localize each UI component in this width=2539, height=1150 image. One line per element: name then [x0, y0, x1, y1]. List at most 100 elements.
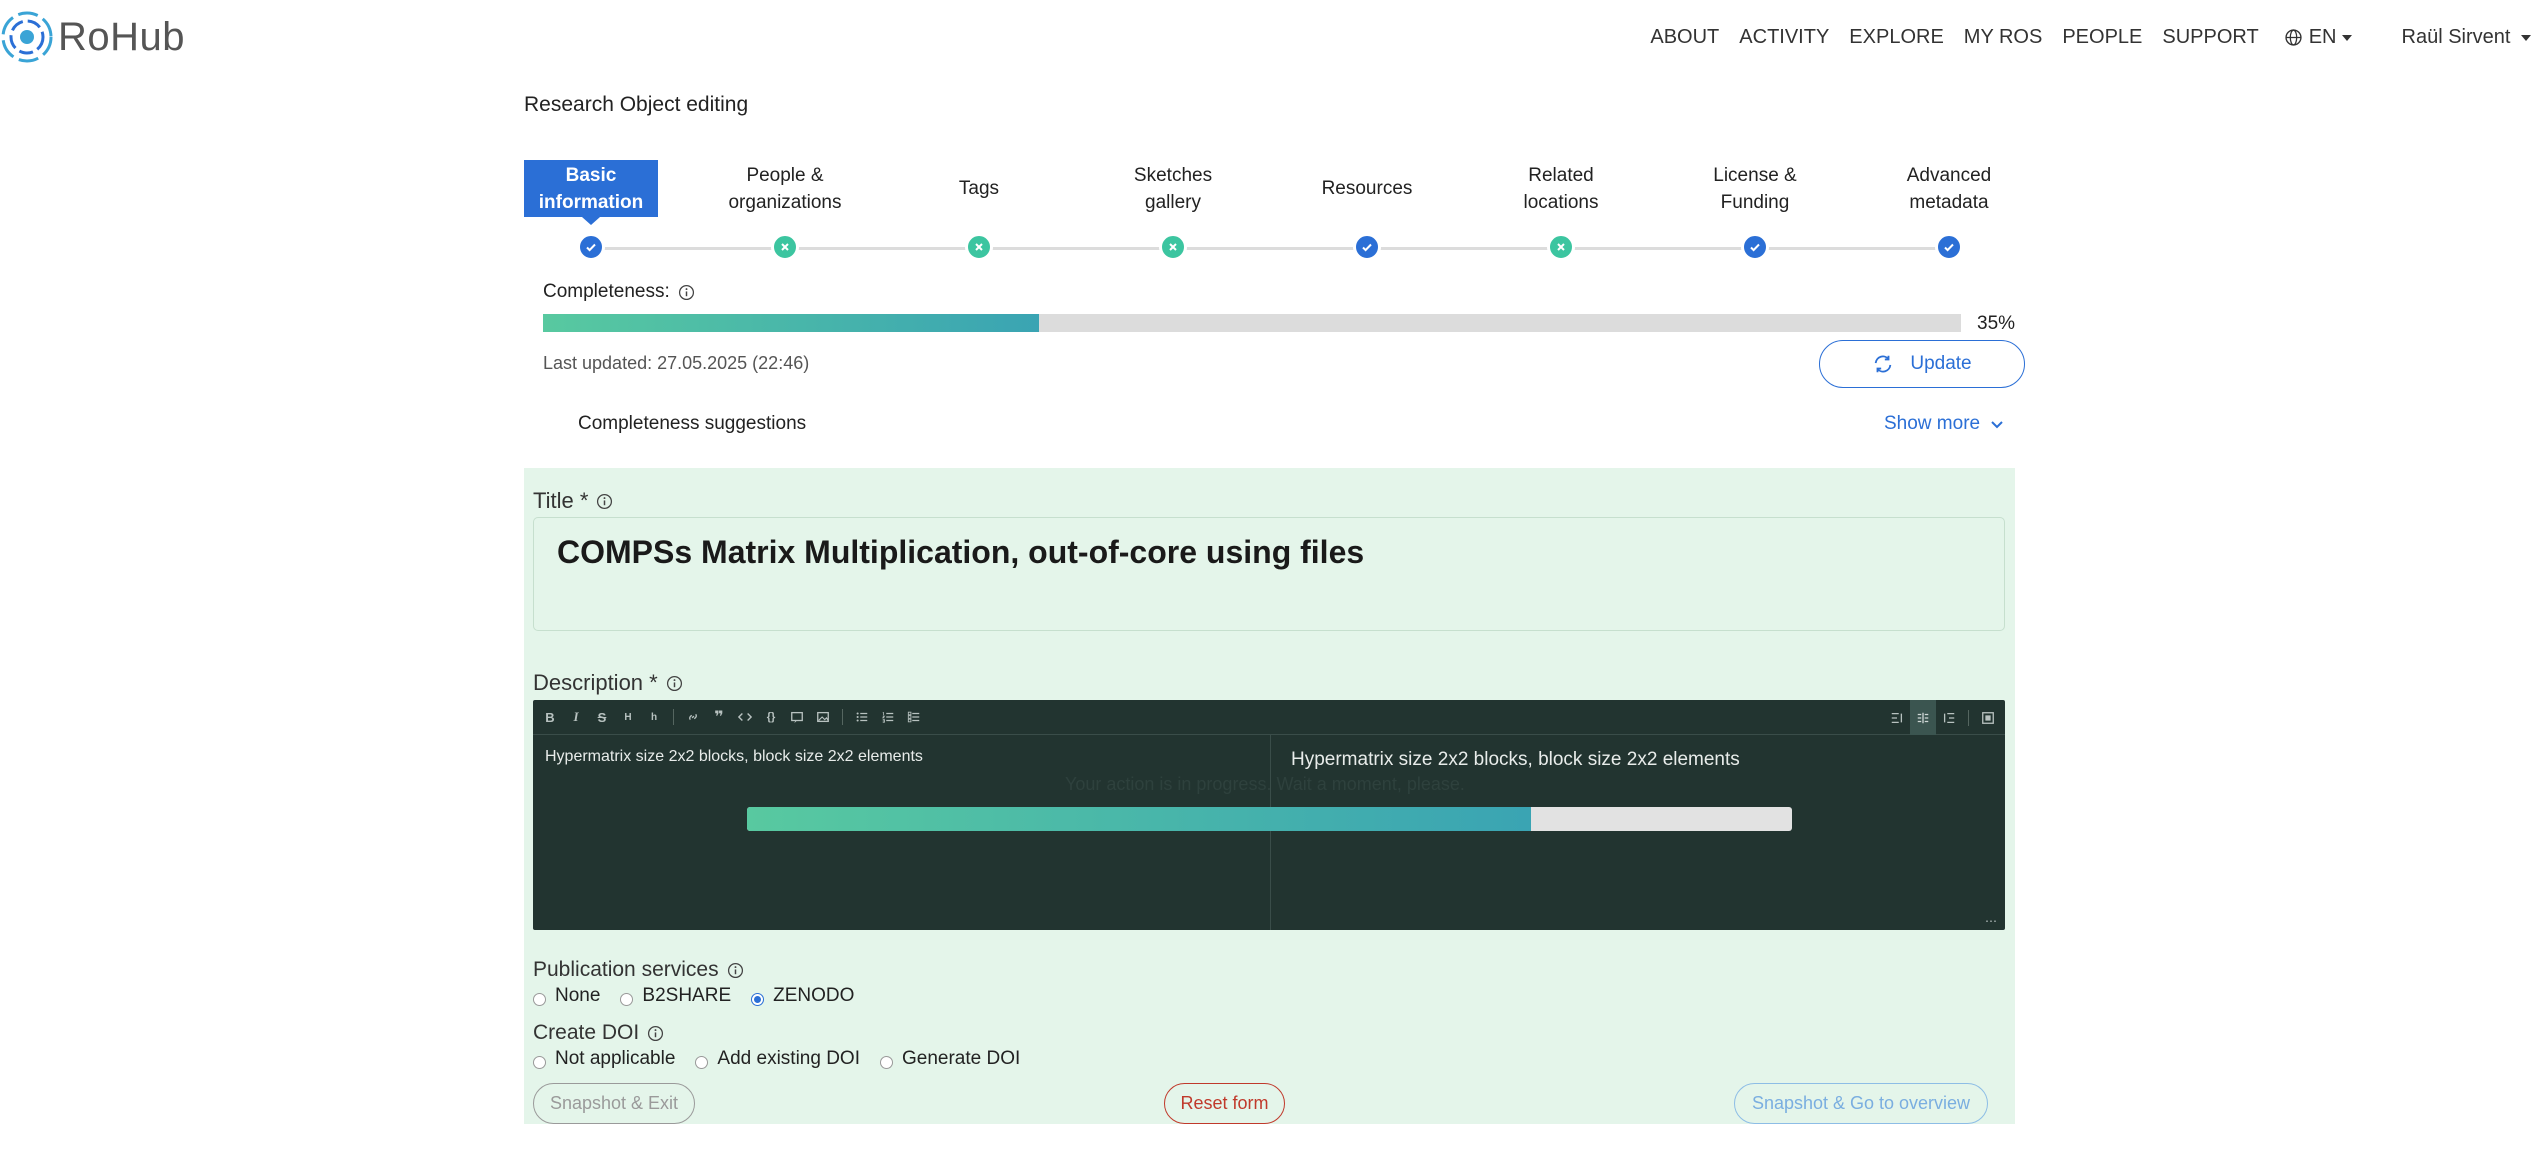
code-icon[interactable]	[732, 700, 758, 735]
bold-icon[interactable]: B	[537, 700, 563, 735]
cross-icon	[965, 233, 993, 261]
info-icon[interactable]	[647, 1025, 664, 1042]
radio-circle[interactable]	[695, 1055, 709, 1069]
publication-services-text: Publication services	[533, 958, 719, 981]
language-label: EN	[2308, 26, 2337, 48]
brand-name: RoHub	[58, 14, 186, 59]
radio-label: B2SHARE	[642, 985, 732, 1006]
edit-mode-icon[interactable]	[1884, 700, 1910, 735]
radio-circle[interactable]	[533, 992, 546, 1006]
info-icon[interactable]	[596, 493, 613, 510]
radio-circle[interactable]	[533, 1055, 546, 1069]
step-label: Related locations	[1523, 164, 1599, 213]
check-icon	[1353, 233, 1381, 261]
strikethrough-icon[interactable]: S	[589, 700, 615, 735]
step-label: Resources	[1321, 178, 1413, 199]
nav-activity[interactable]: ACTIVITY	[1739, 26, 1829, 49]
step-resources[interactable]: Resources	[1300, 160, 1434, 261]
toolbar-divider	[673, 709, 674, 725]
toolbar-divider	[842, 709, 843, 725]
title-input[interactable]: COMPSs Matrix Multiplication, out-of-cor…	[533, 517, 2005, 631]
step-people-organizations[interactable]: People & organizations	[718, 160, 852, 261]
completeness-text: Completeness:	[543, 281, 670, 302]
nav-people[interactable]: PEOPLE	[2062, 26, 2142, 49]
code-block-icon[interactable]: {}	[758, 700, 784, 735]
ordered-list-icon[interactable]	[875, 700, 901, 735]
doi-radio-add-existing-doi[interactable]: Add existing DOI	[695, 1048, 860, 1070]
quote-icon[interactable]: ❞	[706, 700, 732, 735]
completeness-progress-fill	[543, 314, 1040, 332]
publication-radio-zenodo[interactable]: ZENODO	[751, 985, 854, 1007]
reset-form-button[interactable]: Reset form	[1164, 1083, 1285, 1124]
show-more-label: Show more	[1884, 413, 1981, 434]
step-sketches-gallery[interactable]: Sketches gallery	[1106, 160, 1240, 261]
radio-label: Generate DOI	[902, 1048, 1021, 1069]
top-navbar: RoHub ABOUT ACTIVITY EXPLORE MY ROS PEOP…	[0, 0, 2539, 80]
rohub-logo[interactable]: RoHub	[0, 10, 185, 64]
globe-icon	[2285, 29, 2302, 46]
completeness-suggestions-title: Completeness suggestions	[578, 413, 807, 434]
step-tags[interactable]: Tags	[912, 160, 1046, 261]
show-more-button[interactable]: Show more	[1884, 413, 2005, 435]
publication-radio-b2share[interactable]: B2SHARE	[620, 985, 731, 1007]
editor-pane-divider	[1270, 735, 1271, 930]
heading-small-icon[interactable]: h	[641, 700, 667, 735]
doi-radio-generate-doi[interactable]: Generate DOI	[880, 1048, 1020, 1070]
title-label: Title *	[533, 488, 613, 514]
caret-down-icon	[2341, 34, 2352, 41]
main-nav: ABOUT ACTIVITY EXPLORE MY ROS PEOPLE SUP…	[1630, 26, 2531, 49]
publication-services-options: None B2SHARE ZENODO	[533, 985, 874, 1007]
editing-stepper: Basic information People & organizations T…	[524, 160, 2014, 270]
preview-mode-icon[interactable]	[1936, 700, 1962, 735]
bullet-list-icon[interactable]	[849, 700, 875, 735]
description-preview-text: Hypermatrix size 2x2 blocks, block size …	[1291, 749, 1740, 770]
radio-circle[interactable]	[620, 992, 634, 1006]
basic-information-form: Title * COMPSs Matrix Multiplication, ou…	[524, 468, 2015, 1124]
radio-circle[interactable]	[751, 992, 765, 1006]
step-license-funding[interactable]: License & Funding	[1688, 160, 1822, 261]
info-icon[interactable]	[727, 962, 744, 979]
step-label: People & organizations	[728, 164, 842, 213]
step-advanced-metadata[interactable]: Advanced metadata	[1882, 160, 2016, 261]
action-progress-fill	[747, 807, 1531, 831]
check-icon	[577, 233, 605, 261]
fullscreen-icon[interactable]	[1975, 700, 2001, 735]
info-icon[interactable]	[678, 284, 695, 301]
chevron-down-icon	[1991, 421, 2003, 429]
step-label: Advanced metadata	[1906, 164, 1992, 213]
user-menu[interactable]: Raül Sirvent	[2401, 26, 2531, 49]
image-icon[interactable]	[810, 700, 836, 735]
heading-icon[interactable]: H	[615, 700, 641, 735]
radio-circle[interactable]	[880, 1055, 893, 1069]
nav-support[interactable]: SUPPORT	[2162, 26, 2258, 49]
step-related-locations[interactable]: Related locations	[1494, 160, 1628, 261]
checklist-icon[interactable]	[901, 700, 927, 735]
step-basic-information[interactable]: Basic information	[524, 160, 658, 261]
radio-label: None	[555, 985, 601, 1006]
publication-radio-none[interactable]: None	[533, 985, 600, 1007]
description-source-text[interactable]: Hypermatrix size 2x2 blocks, block size …	[545, 748, 923, 766]
snapshot-exit-button[interactable]: Snapshot & Exit	[533, 1083, 695, 1124]
nav-explore[interactable]: EXPLORE	[1849, 26, 1943, 49]
radio-label: Add existing DOI	[717, 1048, 860, 1069]
language-dropdown[interactable]: EN	[2285, 26, 2352, 49]
radio-label: ZENODO	[773, 985, 855, 1006]
nav-about[interactable]: ABOUT	[1650, 26, 1719, 49]
snapshot-overview-button[interactable]: Snapshot & Go to overview	[1734, 1083, 1988, 1124]
title-label-text: Title *	[533, 488, 589, 513]
link-icon[interactable]	[680, 700, 706, 735]
doi-radio-not-applicable[interactable]: Not applicable	[533, 1048, 675, 1070]
split-view-icon[interactable]	[1910, 700, 1936, 735]
italic-icon[interactable]: I	[563, 700, 589, 735]
user-name: Raül Sirvent	[2401, 26, 2511, 48]
update-button-label: Update	[1910, 353, 1972, 374]
last-updated: Last updated: 27.05.2025 (22:46)	[543, 353, 810, 373]
info-icon[interactable]	[666, 675, 683, 692]
resize-grip-icon[interactable]: ⋯	[1985, 914, 1997, 928]
comment-icon[interactable]	[784, 700, 810, 735]
nav-my-ros[interactable]: MY ROS	[1964, 26, 2043, 49]
step-label: Tags	[958, 178, 1000, 199]
update-button[interactable]: Update	[1819, 340, 2025, 388]
description-markdown-editor[interactable]: B I S H h ❞ {} Hypermatrix size 2x2 bloc…	[533, 700, 2005, 930]
description-label: Description *	[533, 670, 683, 696]
